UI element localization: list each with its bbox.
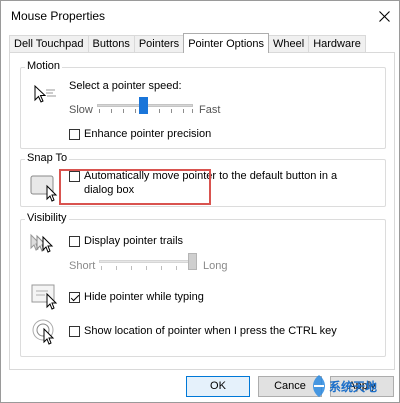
hide-pointer-icon [31, 284, 58, 310]
motion-group-title: Motion [25, 60, 63, 72]
show-location-label[interactable]: Show location of pointer when I press th… [84, 325, 337, 337]
watermark: 系统天地 [301, 369, 400, 403]
visibility-group-title: Visibility [25, 212, 69, 224]
trail-length-track [99, 260, 193, 263]
tab-wheel[interactable]: Wheel [268, 35, 310, 53]
short-label: Short [69, 260, 96, 272]
hide-pointer-checkbox[interactable] [69, 292, 80, 303]
pointer-trails-checkbox[interactable] [69, 236, 80, 247]
show-location-icon [32, 319, 55, 345]
close-button[interactable] [371, 5, 397, 27]
slow-label: Slow [69, 104, 93, 116]
mouse-properties-window: Mouse Properties Dell Touchpad Buttons P… [0, 0, 400, 403]
window-title: Mouse Properties [11, 9, 106, 23]
tab-hardware[interactable]: Hardware [308, 35, 366, 53]
visibility-group: Visibility Display pointer trails Short … [20, 212, 386, 357]
tab-strip: Dell Touchpad Buttons Pointers Pointer O… [9, 33, 366, 53]
title-bar: Mouse Properties [1, 1, 399, 31]
snap-to-group-title: Snap To [25, 152, 70, 164]
snap-to-icon [30, 175, 58, 202]
enhance-precision-checkbox[interactable] [69, 129, 80, 140]
tab-dell-touchpad[interactable]: Dell Touchpad [9, 35, 89, 53]
tab-pointer-options[interactable]: Pointer Options [183, 33, 270, 53]
pointer-trails-icon [30, 233, 54, 253]
fast-label: Fast [199, 104, 221, 116]
tab-buttons[interactable]: Buttons [87, 35, 135, 53]
trail-length-slider-thumb[interactable] [188, 253, 197, 270]
pointer-speed-slider-thumb[interactable] [139, 97, 149, 114]
hide-pointer-label[interactable]: Hide pointer while typing [84, 291, 204, 303]
ok-button[interactable]: OK [186, 376, 250, 397]
watermark-logo-icon [313, 375, 325, 397]
long-label: Long [203, 260, 228, 272]
trail-length-ticks [101, 266, 193, 271]
pointer-speed-icon [34, 84, 56, 103]
tab-pointers[interactable]: Pointers [133, 35, 185, 53]
pointer-trails-label[interactable]: Display pointer trails [84, 235, 183, 247]
red-highlight-box [59, 169, 211, 205]
enhance-precision-label[interactable]: Enhance pointer precision [84, 128, 211, 140]
motion-group: Motion Select a pointer speed: Slow Fast… [20, 60, 386, 149]
pointer-options-panel: Motion Select a pointer speed: Slow Fast… [9, 52, 395, 370]
watermark-text: 系统天地 [329, 380, 378, 394]
show-location-checkbox[interactable] [69, 326, 80, 337]
close-icon [378, 10, 390, 22]
speed-label: Select a pointer speed: [69, 80, 182, 92]
